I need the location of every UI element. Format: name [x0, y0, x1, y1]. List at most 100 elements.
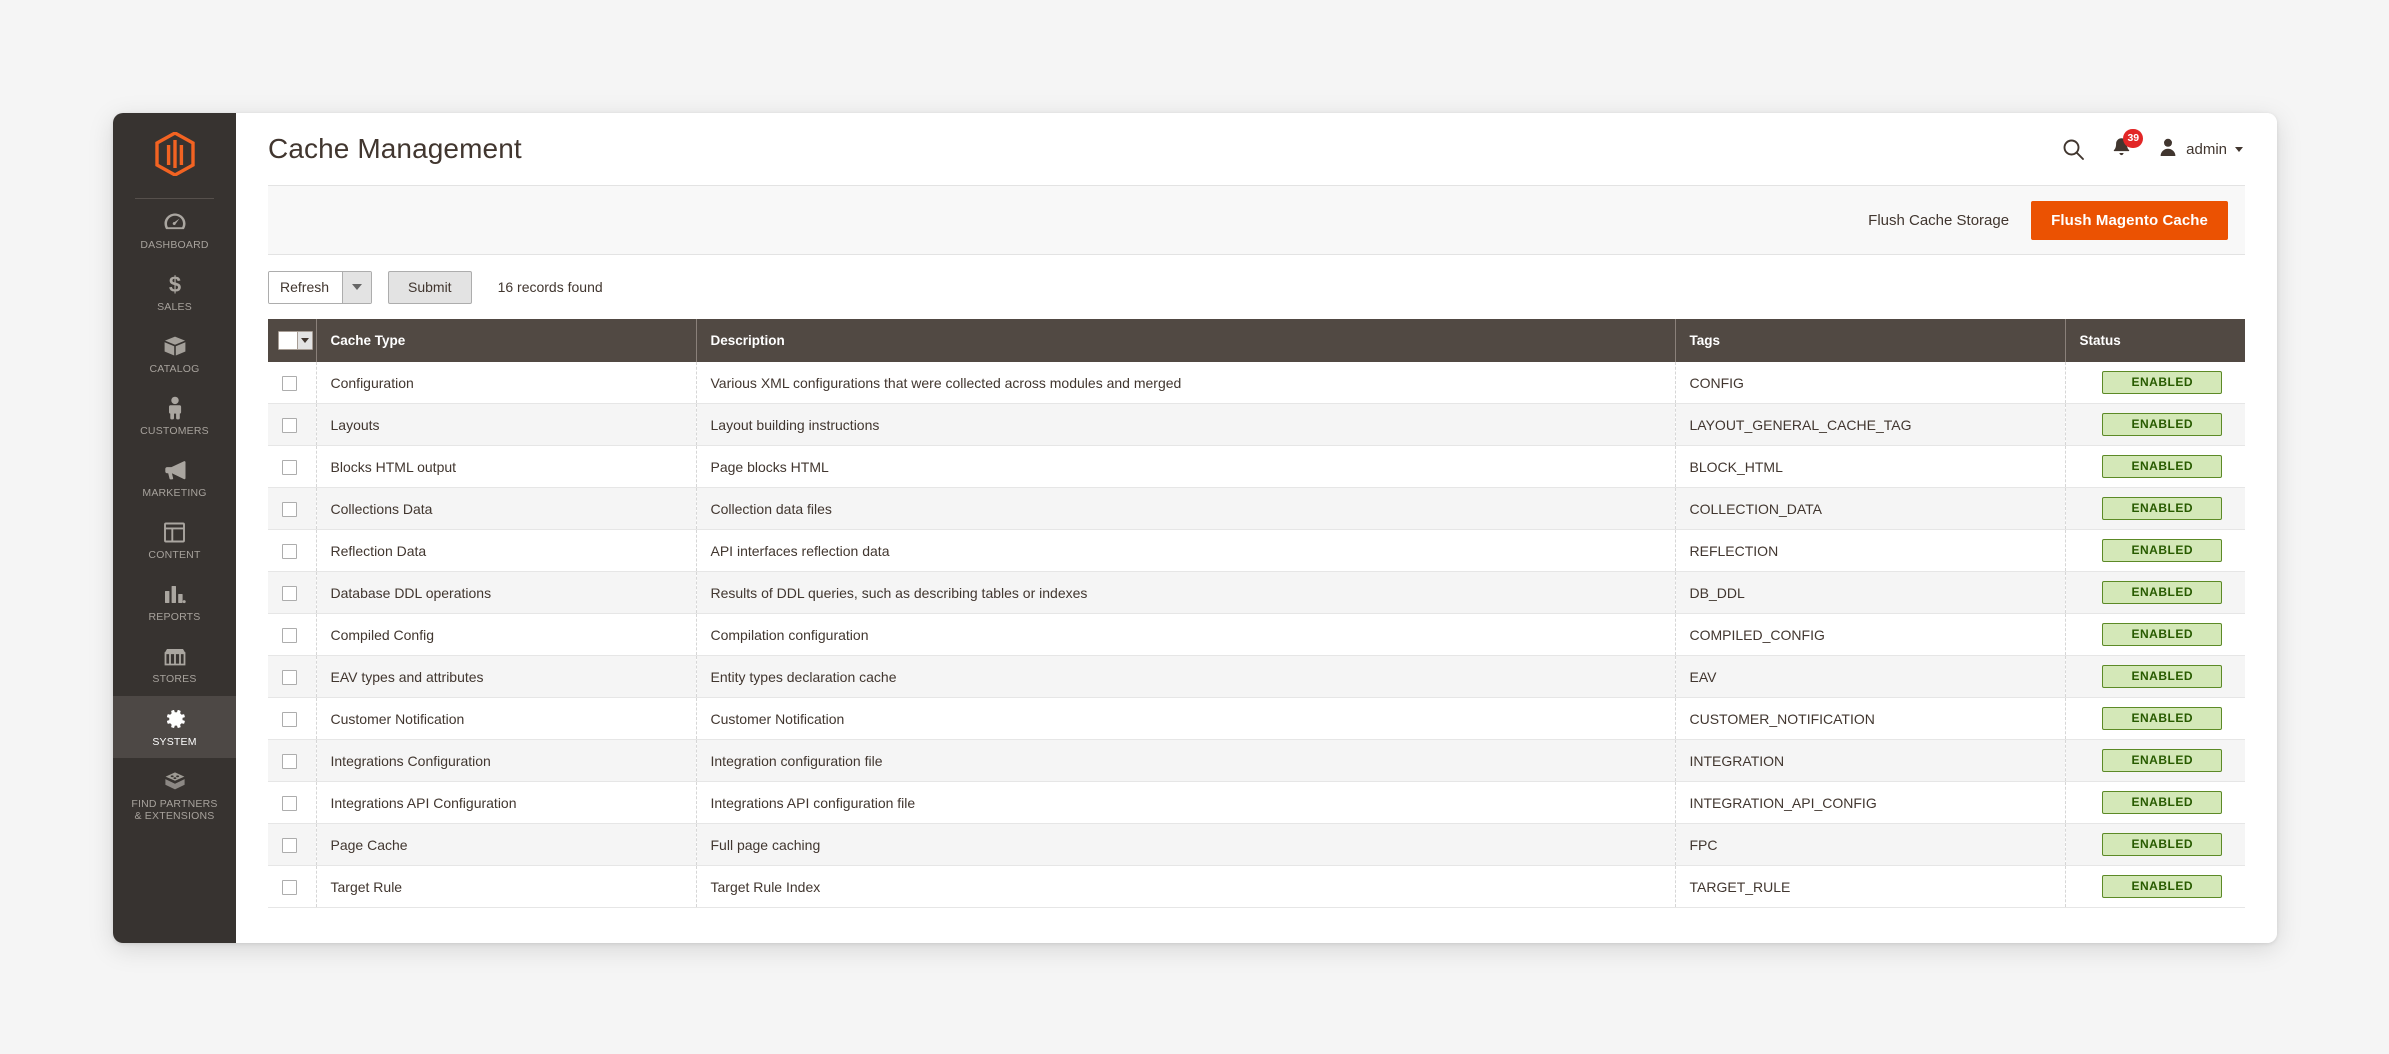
row-checkbox-cell[interactable]	[268, 403, 317, 446]
sidebar-item-stores[interactable]: STORES	[113, 633, 236, 695]
cell-tags: BLOCK_HTML	[1675, 445, 2066, 488]
cell-tags: INTEGRATION	[1675, 739, 2066, 782]
row-checkbox[interactable]	[282, 837, 297, 853]
table-row[interactable]: Layouts Layout building instructions LAYOU…	[268, 403, 2245, 446]
column-header-cache-type[interactable]: Cache Type	[316, 319, 697, 362]
sidebar-item-sales[interactable]: $ SALES	[113, 261, 236, 323]
row-checkbox-cell[interactable]	[268, 865, 317, 908]
table-row[interactable]: Blocks HTML output Page blocks HTML BLOCK_…	[268, 445, 2245, 488]
table-row[interactable]: Compiled Config Compilation configuration…	[268, 613, 2245, 656]
cell-cache-type: Customer Notification	[316, 697, 697, 740]
submit-button[interactable]: Submit	[388, 270, 472, 304]
column-header-status[interactable]: Status	[2065, 319, 2245, 362]
page-header: Cache Management 39 admin	[236, 113, 2277, 185]
cell-description: Various XML configurations that were col…	[696, 362, 1676, 404]
select-all-arrow[interactable]	[297, 332, 312, 349]
cell-status: ENABLED	[2065, 362, 2245, 404]
cell-status: ENABLED	[2065, 613, 2245, 656]
row-checkbox[interactable]	[282, 543, 297, 559]
sidebar-item-catalog[interactable]: CATALOG	[113, 323, 236, 385]
row-checkbox[interactable]	[282, 501, 297, 517]
cell-cache-type: Reflection Data	[316, 529, 697, 572]
table-row[interactable]: Integrations Configuration Integration co…	[268, 739, 2245, 782]
user-avatar-icon	[2158, 137, 2178, 162]
row-checkbox[interactable]	[282, 627, 297, 643]
cell-status: ENABLED	[2065, 781, 2245, 824]
admin-user-menu[interactable]: admin	[2158, 137, 2243, 162]
sidebar-nav-list: DASHBOARD $ SALES CATALOG CUSTOMERS MARKETING…	[113, 199, 236, 832]
row-checkbox-cell[interactable]	[268, 697, 317, 740]
table-row[interactable]: Customer Notification Customer Notificati…	[268, 697, 2245, 740]
massaction-select[interactable]: RefreshDisableEnable	[269, 271, 342, 303]
row-checkbox-cell[interactable]	[268, 781, 317, 824]
grid-toolbar: RefreshDisableEnable Submit 16 records f…	[268, 255, 2245, 319]
row-checkbox[interactable]	[282, 711, 297, 727]
cell-status: ENABLED	[2065, 697, 2245, 740]
select-all-checkbox[interactable]	[279, 332, 297, 349]
sidebar-item-label: CATALOG	[149, 363, 200, 376]
table-row[interactable]: Page Cache Full page caching FPC ENABLED	[268, 823, 2245, 866]
table-row[interactable]: Collections Data Collection data files COL…	[268, 487, 2245, 530]
status-badge: ENABLED	[2102, 749, 2223, 772]
table-row[interactable]: Integrations API Configuration Integratio…	[268, 781, 2245, 824]
sidebar-item-customers[interactable]: CUSTOMERS	[113, 385, 236, 447]
cell-description: Compilation configuration	[696, 613, 1676, 656]
notifications-bell-button[interactable]: 39	[2111, 128, 2144, 163]
cell-description: Integration configuration file	[696, 739, 1676, 782]
row-checkbox[interactable]	[282, 459, 297, 475]
select-all-header-cell[interactable]	[268, 319, 317, 362]
sidebar-item-marketing[interactable]: MARKETING	[113, 447, 236, 509]
search-icon[interactable]	[2062, 138, 2085, 161]
row-checkbox-cell[interactable]	[268, 487, 317, 530]
status-badge: ENABLED	[2102, 371, 2223, 394]
cell-description: Integrations API configuration file	[696, 781, 1676, 824]
sidebar-item-system[interactable]: SYSTEM	[113, 695, 236, 758]
massaction-dropdown-arrow[interactable]	[342, 271, 371, 303]
cell-cache-type: Target Rule	[316, 865, 697, 908]
row-checkbox[interactable]	[282, 417, 297, 433]
magento-logo[interactable]	[113, 113, 236, 199]
row-checkbox-cell[interactable]	[268, 362, 317, 404]
header-tools: 39 admin	[2062, 128, 2243, 163]
extension-block-icon	[162, 769, 188, 793]
row-checkbox-cell[interactable]	[268, 823, 317, 866]
status-badge: ENABLED	[2102, 665, 2223, 688]
select-all-dropdown[interactable]	[278, 331, 313, 350]
sidebar-item-reports[interactable]: REPORTS	[113, 571, 236, 633]
row-checkbox-cell[interactable]	[268, 529, 317, 572]
massaction-select-group[interactable]: RefreshDisableEnable	[268, 270, 372, 304]
column-header-description[interactable]: Description	[696, 319, 1676, 362]
row-checkbox-cell[interactable]	[268, 613, 317, 656]
row-checkbox[interactable]	[282, 585, 297, 601]
dollar-sign-icon: $	[162, 272, 188, 296]
row-checkbox-cell[interactable]	[268, 739, 317, 782]
row-checkbox[interactable]	[282, 879, 297, 895]
row-checkbox[interactable]	[282, 795, 297, 811]
table-row[interactable]: Configuration Various XML configurations …	[268, 362, 2245, 404]
flush-magento-cache-button[interactable]: Flush Magento Cache	[2031, 200, 2228, 240]
cell-tags: TARGET_RULE	[1675, 865, 2066, 908]
row-checkbox-cell[interactable]	[268, 445, 317, 488]
table-row[interactable]: Target Rule Target Rule Index TARGET_RULE E…	[268, 865, 2245, 908]
status-badge: ENABLED	[2102, 413, 2223, 436]
table-row[interactable]: Reflection Data API interfaces reflection…	[268, 529, 2245, 572]
box-icon	[162, 334, 188, 358]
column-header-tags[interactable]: Tags	[1675, 319, 2066, 362]
sidebar-item-dashboard[interactable]: DASHBOARD	[113, 199, 236, 261]
row-checkbox[interactable]	[282, 669, 297, 685]
layout-page-icon	[162, 520, 188, 544]
sidebar-item-content[interactable]: CONTENT	[113, 509, 236, 571]
row-checkbox[interactable]	[282, 753, 297, 769]
table-row[interactable]: EAV types and attributes Entity types dec…	[268, 655, 2245, 698]
sidebar-item-label: STORES	[152, 673, 197, 686]
row-checkbox[interactable]	[282, 375, 297, 391]
cell-cache-type: Compiled Config	[316, 613, 697, 656]
cell-description: Page blocks HTML	[696, 445, 1676, 488]
table-row[interactable]: Database DDL operations Results of DDL qu…	[268, 571, 2245, 614]
flush-cache-storage-button[interactable]: Flush Cache Storage	[1846, 204, 2031, 237]
row-checkbox-cell[interactable]	[268, 655, 317, 698]
status-badge: ENABLED	[2102, 623, 2223, 646]
row-checkbox-cell[interactable]	[268, 571, 317, 614]
status-badge: ENABLED	[2102, 539, 2223, 562]
sidebar-item-find-partners-extensions[interactable]: FIND PARTNERS & EXTENSIONS	[113, 758, 236, 832]
